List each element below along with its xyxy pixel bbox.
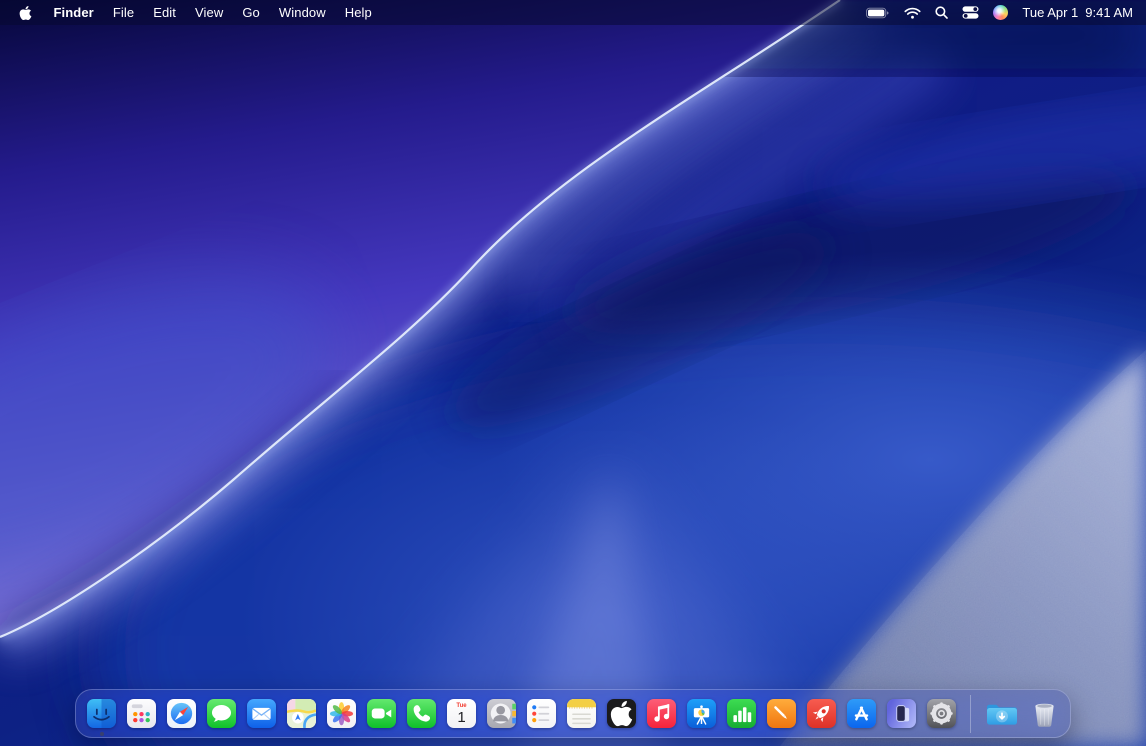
- dock-item-app-store[interactable]: [847, 699, 876, 728]
- calendar-day: 1: [457, 710, 465, 725]
- dock-item-facetime[interactable]: [367, 699, 396, 728]
- pages-icon: [767, 699, 796, 728]
- running-indicator: [100, 732, 104, 736]
- menu-app-name[interactable]: Finder: [44, 5, 103, 20]
- app-store-icon: [847, 699, 876, 728]
- system-settings-icon: [927, 699, 956, 728]
- dock-item-launchpad[interactable]: [127, 699, 156, 728]
- dock-item-apple-tv[interactable]: tv: [607, 699, 636, 728]
- menu-bar: Finder File Edit View Go Window Help: [0, 0, 1146, 25]
- facetime-icon: [367, 699, 396, 728]
- control-center-icon[interactable]: [962, 6, 979, 19]
- clock-time: 9:41 AM: [1085, 5, 1133, 20]
- dock-item-system-settings[interactable]: [927, 699, 956, 728]
- dock-item-keynote[interactable]: [687, 699, 716, 728]
- dock-item-reminders[interactable]: [527, 699, 556, 728]
- iphone-mirroring-icon: [887, 699, 916, 728]
- messages-icon: [207, 699, 236, 728]
- dock-item-numbers[interactable]: [727, 699, 756, 728]
- wifi-icon[interactable]: [904, 7, 921, 19]
- clock-date: Tue Apr 1: [1022, 5, 1078, 20]
- downloads-folder-icon: [985, 700, 1019, 728]
- dock-item-app[interactable]: [807, 699, 836, 728]
- dock-item-notes[interactable]: [567, 699, 596, 728]
- menu-bar-status: Tue Apr 1 9:41 AM: [866, 5, 1133, 20]
- keynote-icon: [687, 699, 716, 728]
- dock-item-pages[interactable]: [767, 699, 796, 728]
- spotlight-search-icon[interactable]: [935, 6, 948, 19]
- menu-help[interactable]: Help: [335, 5, 381, 20]
- finder-icon: [87, 699, 116, 728]
- apple-tv-icon: tv: [607, 699, 636, 728]
- notes-icon: [567, 699, 596, 728]
- calendar-icon: Tue 1: [447, 699, 476, 728]
- siri-orb: [993, 5, 1008, 20]
- numbers-icon: [727, 699, 756, 728]
- battery-icon[interactable]: [866, 7, 890, 19]
- mail-icon: [247, 699, 276, 728]
- menu-window[interactable]: Window: [269, 5, 335, 20]
- trash-icon: [1030, 699, 1059, 729]
- dock: Tue 1 tv: [75, 689, 1071, 738]
- desktop: Finder File Edit View Go Window Help: [0, 0, 1146, 746]
- apple-logo-small-icon: [607, 699, 636, 728]
- safari-icon: [167, 699, 196, 728]
- dock-item-contacts[interactable]: [487, 699, 516, 728]
- desktop-wallpaper: [0, 0, 1146, 746]
- reminders-icon: [527, 699, 556, 728]
- apple-logo-icon: [19, 5, 32, 21]
- menu-bar-clock[interactable]: Tue Apr 1 9:41 AM: [1022, 5, 1133, 20]
- siri-icon[interactable]: [993, 5, 1008, 20]
- dock-item-phone[interactable]: [407, 699, 436, 728]
- maps-icon: [287, 699, 316, 728]
- menu-bar-left: Finder File Edit View Go Window Help: [13, 5, 381, 21]
- dock-item-maps[interactable]: [287, 699, 316, 728]
- dock-item-photos[interactable]: [327, 699, 356, 728]
- contacts-icon: [487, 699, 516, 728]
- dock-item-safari[interactable]: [167, 699, 196, 728]
- launchpad-icon: [127, 699, 156, 728]
- music-icon: [647, 699, 676, 728]
- dock-item-mail[interactable]: [247, 699, 276, 728]
- phone-icon: [407, 699, 436, 728]
- wallpaper-art: [0, 0, 1146, 746]
- dock-item-calendar[interactable]: Tue 1: [447, 699, 476, 728]
- dock-item-music[interactable]: [647, 699, 676, 728]
- dock-item-downloads[interactable]: [985, 700, 1019, 728]
- menu-file[interactable]: File: [103, 5, 143, 20]
- dock-divider: [970, 695, 971, 733]
- menu-go[interactable]: Go: [233, 5, 270, 20]
- dock-item-iphone-mirroring[interactable]: [887, 699, 916, 728]
- dock-item-trash[interactable]: [1030, 699, 1059, 729]
- dock-item-messages[interactable]: [207, 699, 236, 728]
- apple-menu[interactable]: [13, 5, 38, 21]
- dock-item-finder[interactable]: [87, 699, 116, 728]
- rocket-app-icon: [807, 699, 836, 728]
- menu-view[interactable]: View: [186, 5, 233, 20]
- menu-edit[interactable]: Edit: [144, 5, 186, 20]
- photos-icon: [327, 699, 356, 728]
